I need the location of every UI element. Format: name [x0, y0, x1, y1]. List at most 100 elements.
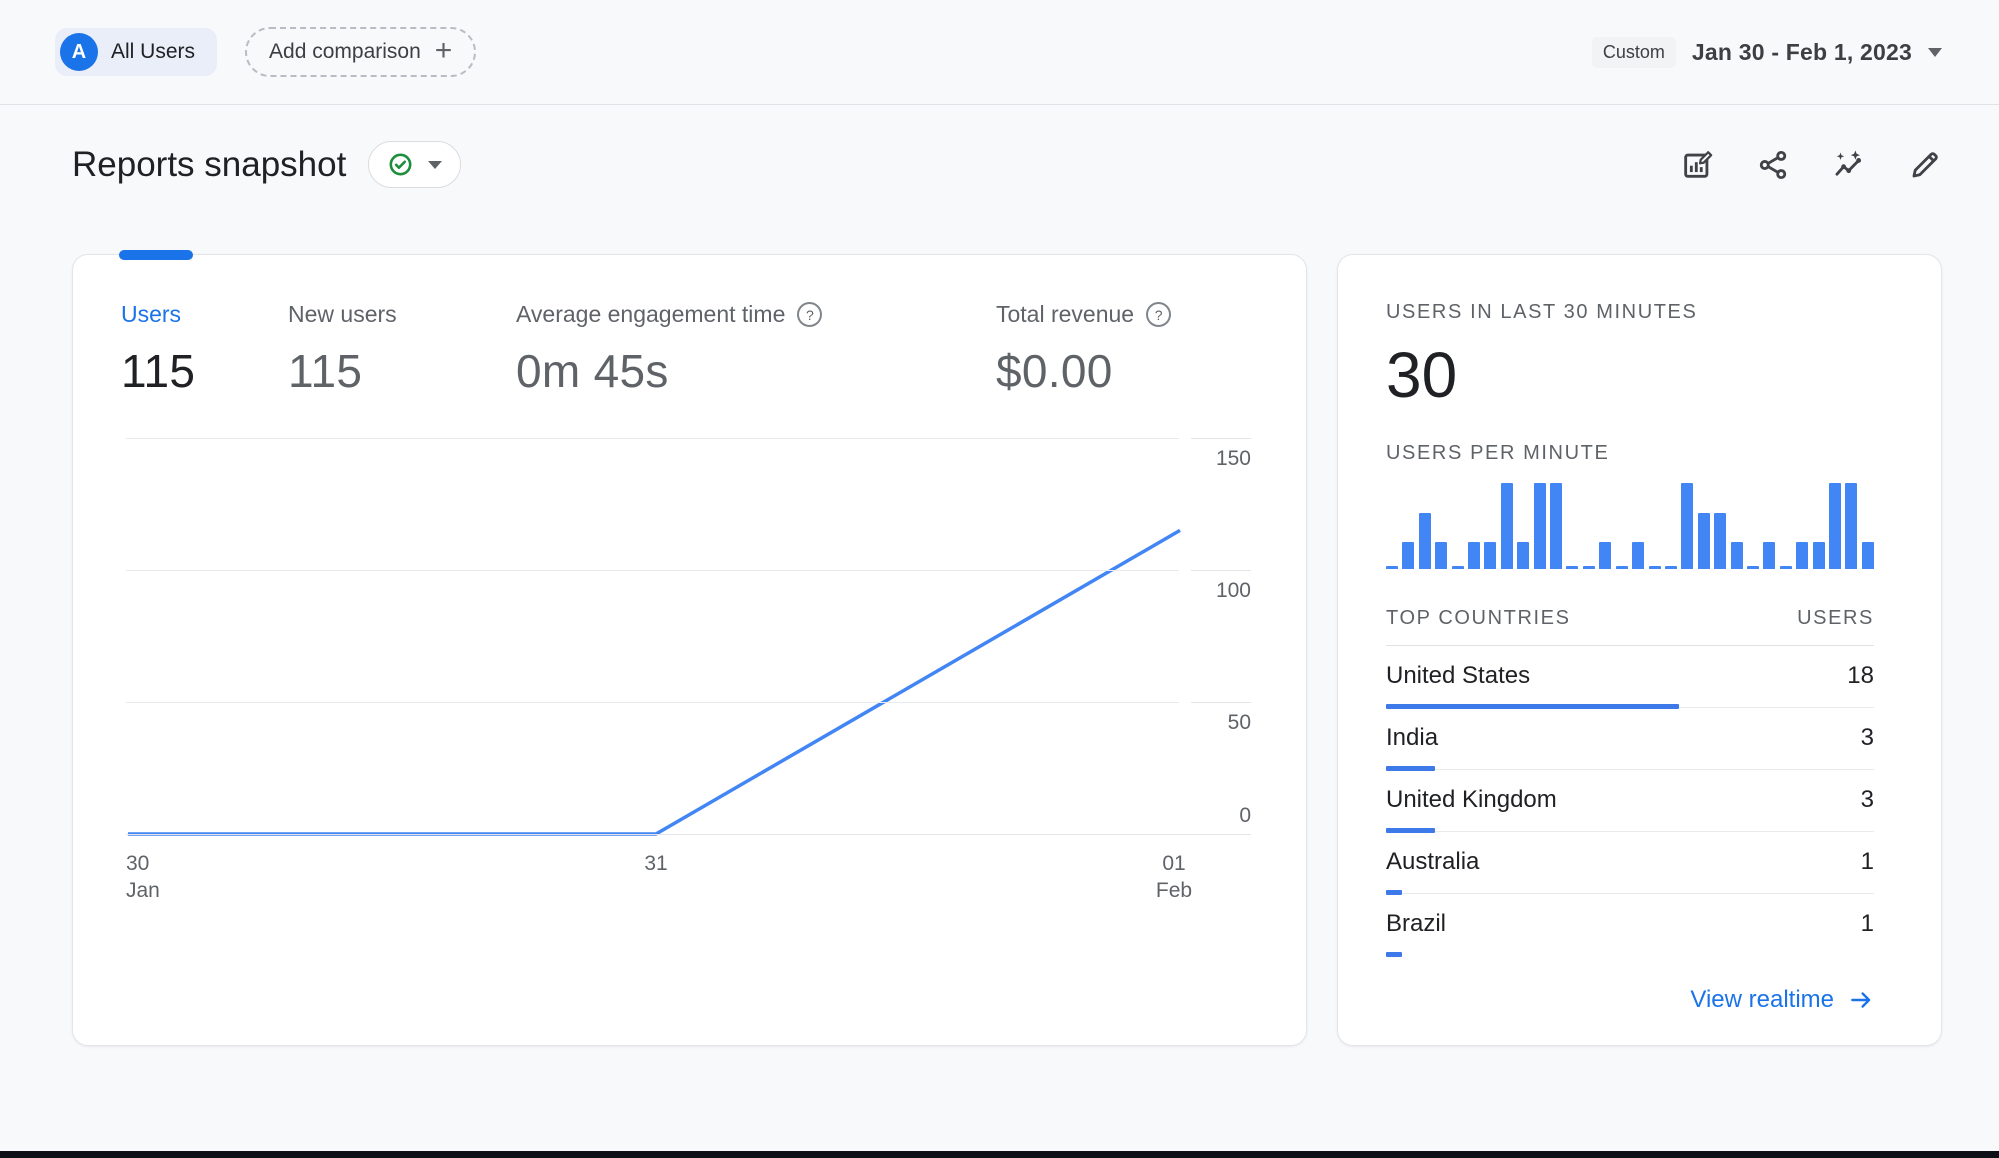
help-icon[interactable]: ?: [1146, 302, 1171, 327]
country-name: India: [1386, 724, 1438, 752]
country-name: United States: [1386, 662, 1530, 690]
country-row[interactable]: United Kingdom 3: [1386, 770, 1874, 832]
minute-bar: [1845, 483, 1857, 569]
share-button[interactable]: [1756, 148, 1790, 182]
edit-button[interactable]: [1908, 148, 1942, 182]
country-row[interactable]: Brazil 1: [1386, 894, 1874, 956]
add-comparison-button[interactable]: Add comparison +: [245, 27, 476, 77]
top-countries-name-header: TOP COUNTRIES: [1386, 607, 1571, 630]
country-name: Brazil: [1386, 910, 1446, 938]
minute-bar: [1402, 542, 1414, 569]
customize-report-icon: [1680, 148, 1714, 182]
country-users: 3: [1861, 786, 1874, 814]
minute-bar: [1731, 542, 1743, 569]
gridline: [126, 438, 1179, 439]
minute-bar: [1566, 566, 1578, 569]
minute-bar: [1616, 566, 1628, 569]
minute-bar: [1550, 483, 1562, 569]
window-bottom-edge: [0, 1151, 1999, 1158]
minute-bar: [1468, 542, 1480, 569]
minute-bar: [1583, 566, 1595, 569]
metric-label: Average engagement time?: [516, 301, 996, 328]
minute-bar: [1747, 566, 1759, 569]
minute-bar: [1419, 513, 1431, 569]
metric[interactable]: Average engagement time? 0m 45s: [516, 301, 996, 398]
y-axis-label: 50: [1191, 711, 1251, 735]
arrow-right-icon: [1848, 987, 1874, 1013]
y-axis-label: 150: [1191, 447, 1251, 471]
x-axis-label: 31: [644, 850, 667, 877]
gridline: [126, 570, 1179, 571]
check-circle-icon: [387, 151, 414, 178]
minute-bar: [1484, 542, 1496, 569]
country-row[interactable]: India 3: [1386, 708, 1874, 770]
audience-chip[interactable]: A All Users: [55, 28, 217, 76]
help-icon[interactable]: ?: [797, 302, 822, 327]
x-axis-label: 01Feb: [1156, 850, 1192, 905]
audience-chip-label: All Users: [111, 40, 195, 64]
y-axis-label: 0: [1191, 804, 1251, 828]
top-countries-table: United States 18 India 3 United Kingdom 3 Aust…: [1386, 646, 1874, 956]
minute-bar: [1698, 513, 1710, 569]
axis-tick: [1191, 570, 1251, 571]
minute-bar: [1780, 566, 1792, 569]
minute-bar: [1763, 542, 1775, 569]
metric[interactable]: Users 115: [121, 301, 288, 398]
metric-value: 115: [288, 344, 516, 398]
country-row[interactable]: United States 18: [1386, 646, 1874, 708]
minute-bar: [1813, 542, 1825, 569]
users-line-chart[interactable]: 15010050030Jan3101Feb: [126, 438, 1251, 908]
insights-icon: [1832, 148, 1866, 182]
last30-label: USERS IN LAST 30 MINUTES: [1386, 301, 1874, 324]
edit-icon: [1908, 148, 1942, 182]
overview-card: Users115New users115Average engagement t…: [72, 254, 1307, 1046]
report-status-pill[interactable]: [368, 141, 461, 188]
chevron-down-icon: [428, 161, 442, 169]
minute-bar: [1665, 566, 1677, 569]
chevron-down-icon: [1928, 48, 1942, 57]
view-realtime-label: View realtime: [1690, 986, 1834, 1014]
country-users: 3: [1861, 724, 1874, 752]
minute-bar: [1714, 513, 1726, 569]
top-countries-value-header: USERS: [1797, 607, 1874, 630]
minute-bar: [1517, 542, 1529, 569]
y-axis-label: 100: [1191, 579, 1251, 603]
minute-bar: [1862, 542, 1874, 569]
share-icon: [1756, 148, 1790, 182]
country-name: United Kingdom: [1386, 786, 1557, 814]
minute-bar: [1649, 566, 1661, 569]
customize-report-button[interactable]: [1680, 148, 1714, 182]
minute-bar: [1796, 542, 1808, 569]
view-realtime-link[interactable]: View realtime: [1386, 986, 1874, 1014]
metric-label: Users: [121, 301, 288, 328]
country-users: 1: [1861, 910, 1874, 938]
minute-bar: [1829, 483, 1841, 569]
cards-row: Users115New users115Average engagement t…: [72, 254, 1942, 1046]
date-range-picker[interactable]: Custom Jan 30 - Feb 1, 2023: [1592, 37, 1942, 68]
minute-bar: [1501, 483, 1513, 569]
metric-value: $0.00: [996, 344, 1171, 398]
page-title: Reports snapshot: [72, 145, 346, 185]
metric[interactable]: Total revenue?$0.00: [996, 301, 1171, 398]
country-users: 18: [1847, 662, 1874, 690]
plus-icon: +: [435, 36, 453, 66]
axis-tick: [1191, 702, 1251, 703]
minute-bar: [1435, 542, 1447, 569]
date-mode-badge: Custom: [1592, 37, 1676, 68]
metric-label: New users: [288, 301, 516, 328]
add-comparison-label: Add comparison: [269, 40, 421, 64]
country-row[interactable]: Australia1: [1386, 832, 1874, 894]
metric[interactable]: New users 115: [288, 301, 516, 398]
users-per-minute-chart[interactable]: [1386, 481, 1874, 569]
metric-value: 0m 45s: [516, 344, 996, 398]
gridline: [126, 834, 1251, 835]
minute-bar: [1681, 483, 1693, 569]
per-minute-label: USERS PER MINUTE: [1386, 442, 1874, 465]
gridline: [126, 702, 1179, 703]
axis-tick: [1191, 438, 1251, 439]
realtime-card: USERS IN LAST 30 MINUTES 30 USERS PER MI…: [1337, 254, 1942, 1046]
insights-button[interactable]: [1832, 148, 1866, 182]
country-users: 1: [1861, 848, 1874, 876]
comparison-bar: A All Users Add comparison + Custom Jan …: [0, 0, 1999, 105]
metric-value: 115: [121, 344, 288, 398]
